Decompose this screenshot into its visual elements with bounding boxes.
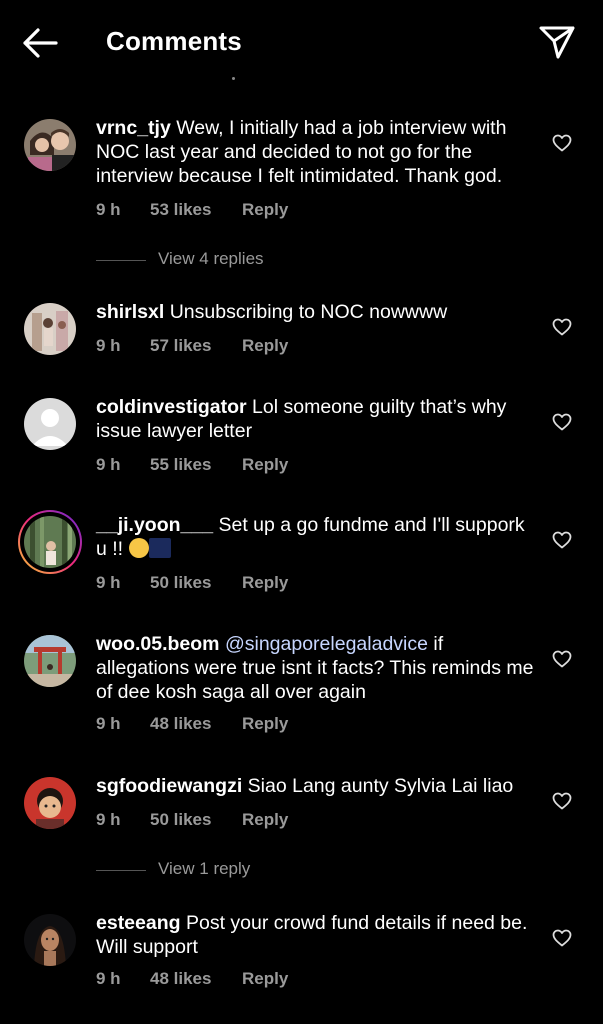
comment-likes[interactable]: 50 likes	[150, 573, 211, 593]
comment-username[interactable]: __ji.yoon___	[96, 514, 213, 536]
comment-time: 9 h	[96, 969, 121, 988]
comment-meta: 9 h 50 likes Reply	[96, 810, 288, 830]
comment-meta: 9 h 48 likes Reply	[96, 714, 288, 734]
comment-time: 9 h	[96, 810, 121, 829]
comments-header: Comments	[0, 0, 603, 84]
paper-plane-icon[interactable]	[538, 24, 576, 60]
comment-text: shirlsxl Unsubscribing to NOC nowwww	[96, 300, 538, 324]
avatar[interactable]	[24, 777, 76, 829]
reply-button[interactable]: Reply	[242, 573, 288, 593]
view-replies-label: View 4 replies	[158, 249, 264, 268]
comment-meta: 9 h 48 likes Reply	[96, 969, 288, 989]
comment-time: 9 h	[96, 200, 121, 219]
starry-night-emoji-icon	[148, 538, 171, 558]
heart-outline-icon[interactable]	[552, 650, 572, 668]
comment-username[interactable]: sgfoodiewangzi	[96, 775, 242, 797]
heart-outline-icon[interactable]	[552, 318, 572, 336]
replies-divider	[96, 870, 146, 871]
comment-likes[interactable]: 50 likes	[150, 810, 211, 830]
reply-button[interactable]: Reply	[242, 810, 288, 830]
comment-time: 9 h	[96, 573, 121, 592]
relieved-face-emoji-icon	[128, 538, 149, 558]
loading-dot	[232, 77, 235, 80]
comment-body: Unsubscribing to NOC nowwww	[169, 301, 448, 323]
view-replies-button[interactable]: View 1 reply	[96, 859, 396, 881]
comment-time: 9 h	[96, 714, 121, 733]
comment-body: Siao Lang aunty Sylvia Lai liao	[247, 775, 514, 797]
view-replies-label: View 1 reply	[158, 859, 251, 878]
comment-username[interactable]: shirlsxl	[96, 301, 164, 323]
comment-text: woo.05.beom @singaporelegaladvice if all…	[96, 632, 538, 704]
avatar[interactable]	[24, 303, 76, 355]
comment-meta: 9 h 50 likes Reply	[96, 573, 288, 593]
reply-button[interactable]: Reply	[242, 969, 288, 989]
comment-text: __ji.yoon___ Set up a go fundme and I'll…	[96, 513, 538, 561]
reply-button[interactable]: Reply	[242, 455, 288, 475]
reply-button[interactable]: Reply	[242, 336, 288, 356]
comment-time: 9 h	[96, 336, 121, 355]
heart-outline-icon[interactable]	[552, 792, 572, 810]
avatar[interactable]	[24, 635, 76, 687]
comment-time: 9 h	[96, 455, 121, 474]
avatar	[24, 516, 76, 568]
avatar[interactable]	[24, 398, 76, 450]
view-replies-button[interactable]: View 4 replies	[96, 249, 396, 271]
comment-meta: 9 h 57 likes Reply	[96, 336, 288, 356]
avatar[interactable]	[24, 914, 76, 966]
comment-meta: 9 h 53 likes Reply	[96, 200, 288, 220]
comment-username[interactable]: coldinvestigator	[96, 396, 247, 418]
heart-outline-icon[interactable]	[552, 413, 572, 431]
comment-likes[interactable]: 53 likes	[150, 200, 211, 220]
reply-button[interactable]: Reply	[242, 714, 288, 734]
comment-meta: 9 h 55 likes Reply	[96, 455, 288, 475]
page-title: Comments	[106, 26, 242, 56]
comment-likes[interactable]: 48 likes	[150, 714, 211, 734]
reply-button[interactable]: Reply	[242, 200, 288, 220]
back-arrow-icon[interactable]	[22, 26, 58, 60]
comment-likes[interactable]: 48 likes	[150, 969, 211, 989]
comment-username[interactable]: vrnc_tjy	[96, 117, 171, 139]
comment-username[interactable]: esteeang	[96, 912, 181, 934]
heart-outline-icon[interactable]	[552, 134, 572, 152]
heart-outline-icon[interactable]	[552, 531, 572, 549]
avatar[interactable]	[24, 119, 76, 171]
replies-divider	[96, 260, 146, 261]
user-mention-link[interactable]: @singaporelegaladvice	[225, 633, 428, 655]
story-ring[interactable]	[18, 510, 82, 574]
comment-likes[interactable]: 55 likes	[150, 455, 211, 475]
comment-likes[interactable]: 57 likes	[150, 336, 211, 356]
comment-text: coldinvestigator Lol someone guilty that…	[96, 395, 538, 443]
comment-text: vrnc_tjy Wew, I initially had a job inte…	[96, 116, 538, 188]
comment-text: sgfoodiewangzi Siao Lang aunty Sylvia La…	[96, 774, 538, 798]
comment-username[interactable]: woo.05.beom	[96, 633, 220, 655]
heart-outline-icon[interactable]	[552, 929, 572, 947]
comment-text: esteeang Post your crowd fund details if…	[96, 911, 538, 959]
